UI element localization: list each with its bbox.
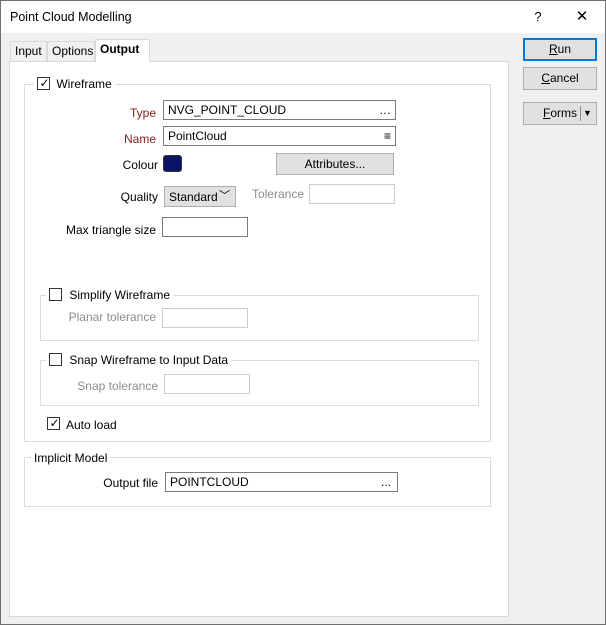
simplify-wireframe-header: Simplify Wireframe — [46, 288, 174, 302]
simplify-wireframe-checkbox[interactable] — [49, 288, 62, 301]
forms-button[interactable]: Forms ▼ — [523, 102, 597, 125]
planar-tolerance-label: Planar tolerance — [68, 310, 156, 324]
cancel-mnemonic: C — [541, 71, 550, 85]
dialog-window: Point Cloud Modelling ? ✕ Input Options … — [0, 0, 606, 625]
implicit-model-header: Implicit Model — [31, 451, 111, 465]
wireframe-label: Wireframe — [56, 77, 112, 91]
forms-separator — [580, 106, 581, 121]
output-file-browse-icon[interactable]: ... — [381, 475, 391, 489]
implicit-model-label: Implicit Model — [34, 451, 108, 465]
forms-dropdown-arrow-icon[interactable]: ▼ — [583, 106, 592, 120]
simplify-wireframe-label: Simplify Wireframe — [69, 288, 171, 302]
tab-options[interactable]: Options — [47, 41, 95, 61]
colour-label: Colour — [122, 158, 158, 172]
output-file-field[interactable]: POINTCLOUD ... — [165, 472, 398, 492]
tolerance-field[interactable] — [309, 184, 395, 204]
type-label: Type — [129, 106, 156, 120]
output-file-value: POINTCLOUD — [170, 475, 249, 489]
name-list-icon[interactable]: ≡ — [384, 129, 391, 143]
snap-wireframe-label: Snap Wireframe to Input Data — [69, 353, 229, 367]
max-triangle-size-label: Max triangle size — [65, 223, 156, 237]
run-label: un — [557, 42, 572, 56]
help-button[interactable]: ? — [525, 4, 551, 30]
chevron-down-icon: ﹀ — [219, 190, 230, 202]
tab-output[interactable]: Output — [95, 39, 150, 62]
auto-load-checkbox[interactable]: ✓ — [47, 416, 60, 430]
type-browse-icon[interactable]: … — [379, 103, 391, 117]
name-field[interactable]: PointCloud ≡ — [163, 126, 396, 146]
tab-output-label: Output — [100, 42, 140, 56]
wireframe-group-header: ✓ Wireframe — [34, 76, 115, 91]
type-field[interactable]: NVG_POINT_CLOUD … — [163, 100, 396, 120]
wireframe-checkbox[interactable]: ✓ — [37, 76, 50, 90]
cancel-label: ancel — [549, 71, 579, 85]
max-triangle-size-field[interactable] — [162, 217, 248, 237]
snap-wireframe-checkbox[interactable] — [49, 353, 62, 366]
wireframe-check-icon: ✓ — [39, 76, 50, 90]
snap-tolerance-field[interactable] — [164, 374, 250, 394]
type-value: NVG_POINT_CLOUD — [168, 103, 287, 117]
output-file-label: Output file — [103, 476, 158, 490]
cancel-button[interactable]: Cancel — [523, 67, 597, 90]
quality-value: Standard — [169, 190, 218, 204]
forms-label-rest: orms — [550, 106, 578, 120]
title-bar: Point Cloud Modelling ? ✕ — [1, 1, 605, 33]
snap-tolerance-label: Snap tolerance — [77, 379, 158, 393]
run-mnemonic: R — [548, 42, 558, 56]
window-title: Point Cloud Modelling — [10, 10, 132, 24]
quality-select[interactable]: Standard ﹀ — [164, 186, 236, 207]
forms-label: Forms — [543, 106, 577, 120]
attributes-button[interactable]: Attributes... — [276, 153, 394, 175]
name-label: Name — [123, 132, 156, 146]
planar-tolerance-field[interactable] — [162, 308, 248, 328]
colour-swatch[interactable] — [163, 155, 182, 172]
name-value: PointCloud — [168, 129, 227, 143]
auto-load-label: Auto load — [66, 418, 117, 432]
output-tab-panel: ✓ Wireframe Type NVG_POINT_CLOUD … Name … — [9, 61, 509, 617]
run-button[interactable]: Run — [523, 38, 597, 61]
tab-options-label: Options — [52, 44, 94, 58]
tab-input-label: Input — [15, 44, 42, 58]
snap-wireframe-header: Snap Wireframe to Input Data — [46, 353, 232, 367]
tab-input[interactable]: Input — [10, 41, 47, 61]
auto-load-check-icon: ✓ — [49, 416, 60, 430]
quality-label: Quality — [120, 190, 158, 204]
tolerance-label: Tolerance — [251, 187, 304, 201]
close-button[interactable]: ✕ — [567, 4, 597, 30]
